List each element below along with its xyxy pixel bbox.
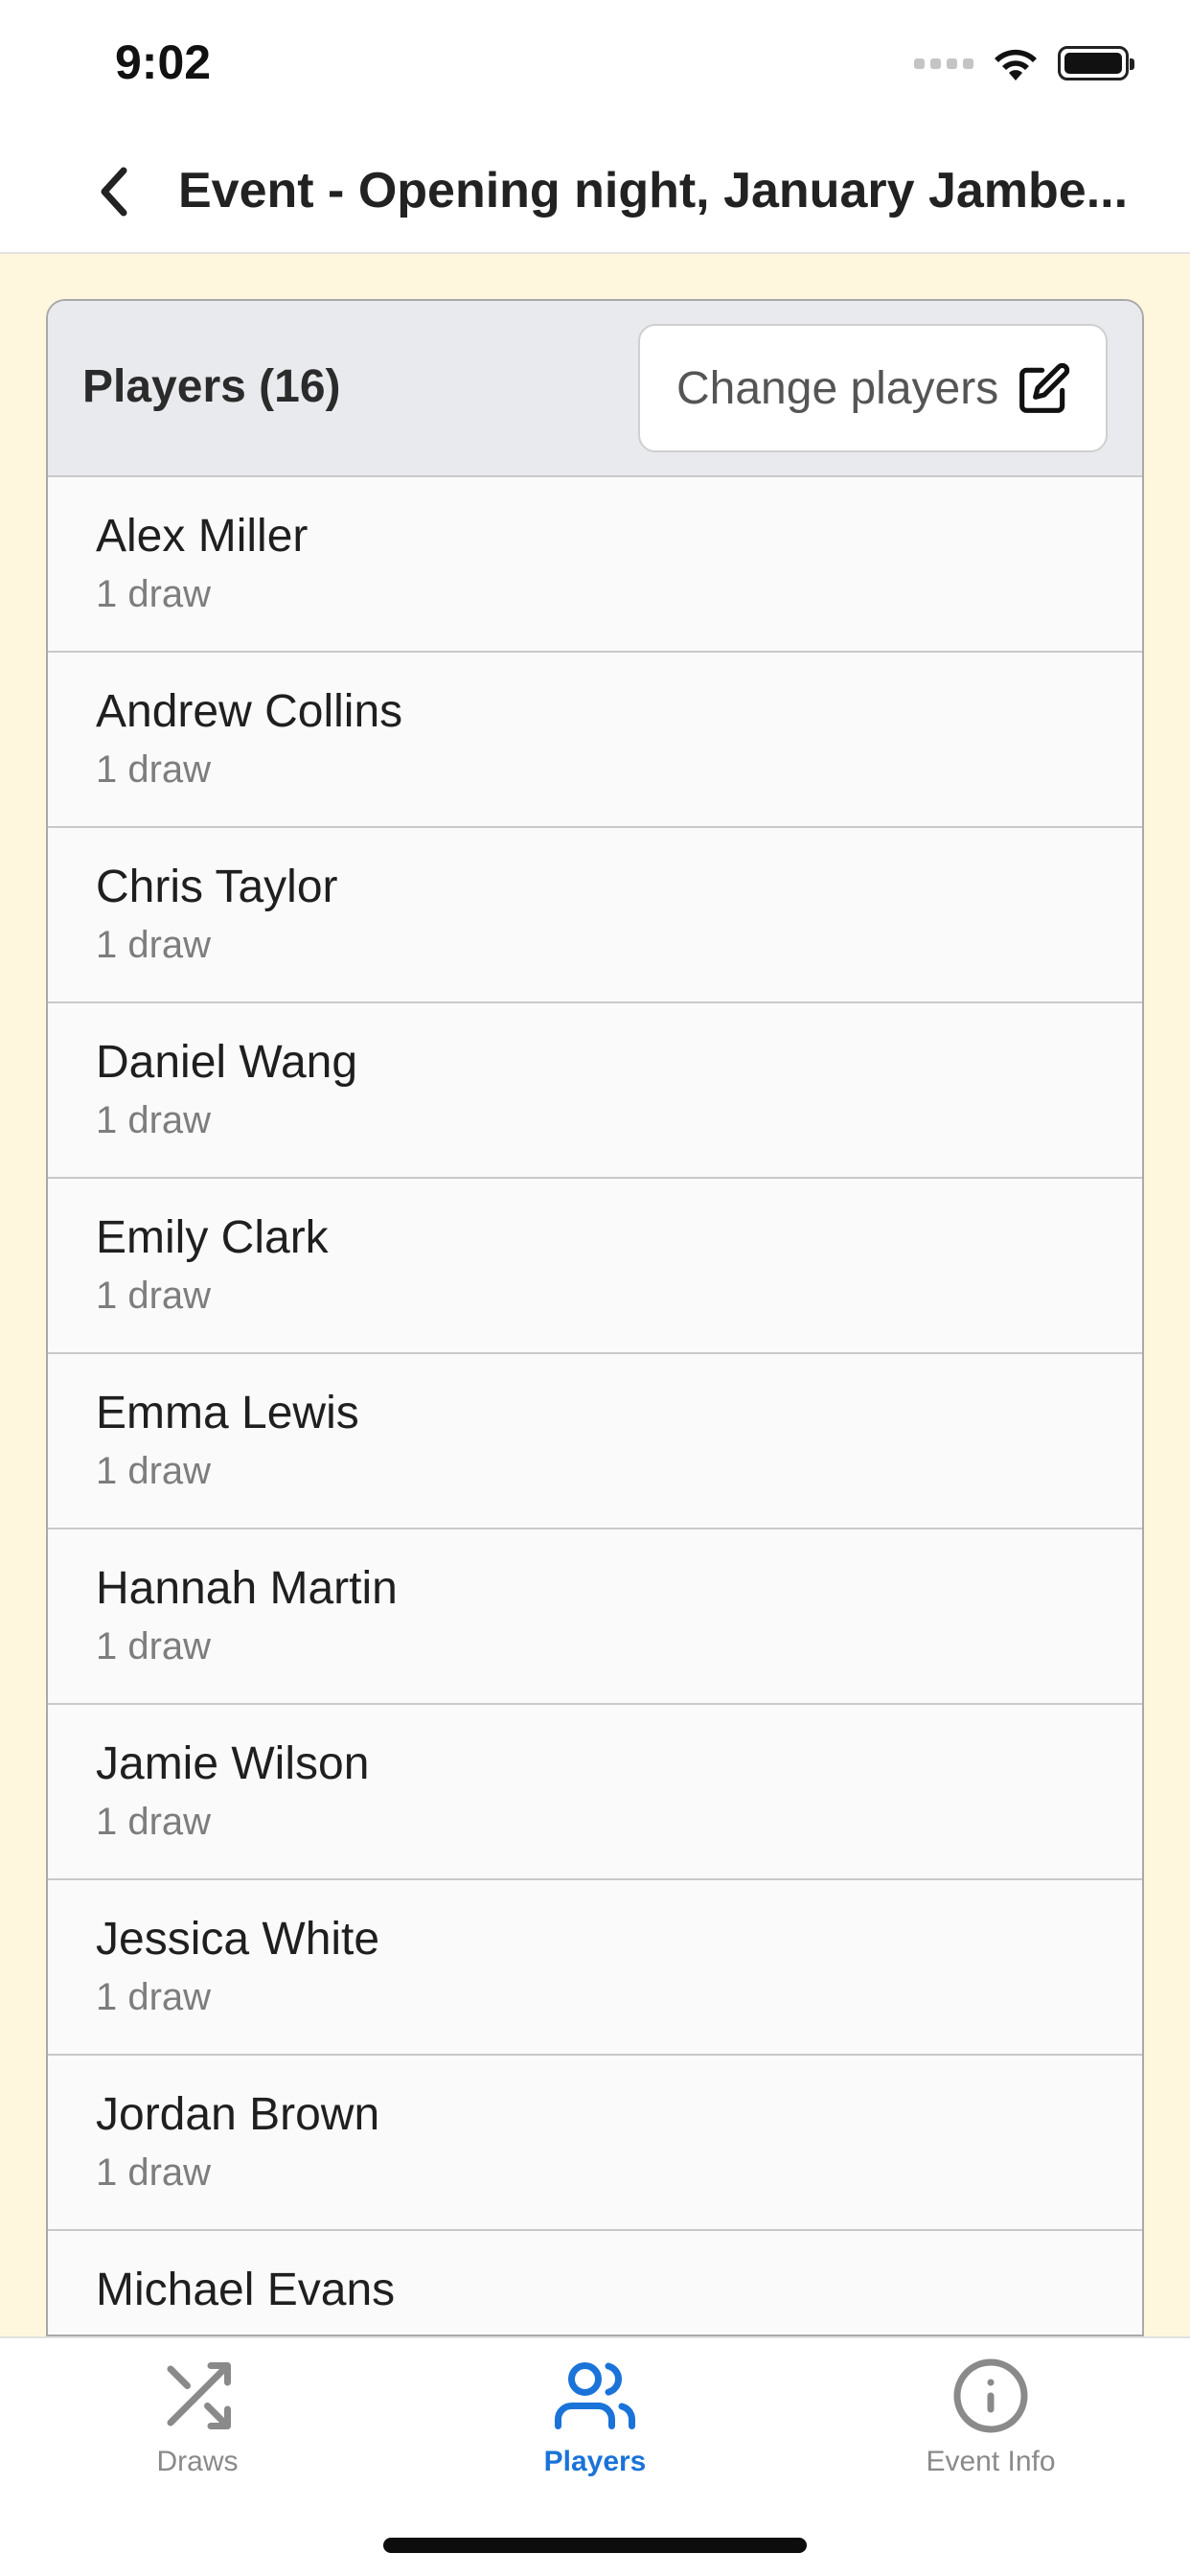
player-row[interactable]: Emma Lewis 1 draw — [48, 1354, 1142, 1530]
shuffle-icon — [167, 2362, 231, 2429]
player-draws: 1 draw — [96, 1275, 212, 1317]
players-list: Alex Miller 1 draw Andrew Collins 1 draw… — [48, 477, 1142, 2334]
wifi-icon — [995, 49, 1037, 80]
player-draws: 1 draw — [96, 1099, 212, 1141]
cellular-signal-icon — [914, 58, 973, 69]
navigation-bar: Event - Opening night, January Jambe... — [0, 129, 1190, 254]
player-draws: 1 draw — [96, 1450, 212, 1492]
player-draws: 1 draw — [96, 1625, 212, 1668]
info-icon — [953, 2358, 1028, 2433]
tab-draws[interactable]: Draws — [54, 2356, 341, 2509]
change-players-button[interactable]: Change players — [638, 324, 1108, 452]
tab-players[interactable]: Players — [451, 2356, 739, 2509]
player-draws: 1 draw — [96, 1976, 212, 2018]
page-title: Event - Opening night, January Jambe... — [178, 163, 1129, 218]
players-card-header: Players (16) Change players — [48, 301, 1142, 477]
player-row[interactable]: Emily Clark 1 draw — [48, 1179, 1142, 1354]
player-draws: 1 draw — [96, 573, 212, 615]
tab-label: Players — [543, 2446, 647, 2477]
player-name: Jordan Brown — [96, 2089, 380, 2140]
player-name: Alex Miller — [96, 511, 309, 562]
players-card: Players (16) Change players Alex Miller … — [46, 299, 1144, 2336]
player-name: Jessica White — [96, 1914, 380, 1965]
chevron-left-icon — [101, 167, 127, 217]
player-row[interactable]: Andrew Collins 1 draw — [48, 653, 1142, 828]
tab-label: Draws — [156, 2446, 239, 2477]
player-row[interactable]: Alex Miller 1 draw — [48, 477, 1142, 653]
player-name: Jamie Wilson — [96, 1738, 370, 1789]
player-row[interactable]: Hannah Martin 1 draw — [48, 1530, 1142, 1705]
player-draws: 1 draw — [96, 924, 212, 966]
player-row[interactable]: Daniel Wang 1 draw — [48, 1003, 1142, 1179]
status-time: 9:02 — [115, 35, 212, 89]
users-icon — [555, 2362, 635, 2429]
player-row[interactable]: Jessica White 1 draw — [48, 1880, 1142, 2056]
player-name: Andrew Collins — [96, 686, 403, 737]
player-draws: 1 draw — [96, 748, 212, 791]
player-name: Emma Lewis — [96, 1388, 359, 1438]
player-row[interactable]: Chris Taylor 1 draw — [48, 828, 1142, 1003]
player-name: Hannah Martin — [96, 1563, 398, 1614]
player-name: Chris Taylor — [96, 862, 338, 912]
back-button[interactable] — [80, 158, 148, 225]
change-players-label: Change players — [676, 362, 999, 414]
player-row[interactable]: Michael Evans — [48, 2231, 1142, 2334]
battery-icon — [1058, 46, 1134, 80]
status-icons — [914, 44, 1134, 82]
player-name: Michael Evans — [96, 2265, 396, 2315]
status-bar: 9:02 — [0, 0, 1190, 129]
player-draws: 1 draw — [96, 1801, 212, 1843]
player-draws: 1 draw — [96, 2151, 212, 2194]
player-name: Daniel Wang — [96, 1037, 358, 1088]
tab-label: Event Info — [926, 2446, 1056, 2477]
edit-icon — [1019, 362, 1070, 413]
player-row[interactable]: Jamie Wilson 1 draw — [48, 1705, 1142, 1880]
player-row[interactable]: Jordan Brown 1 draw — [48, 2056, 1142, 2231]
player-name: Emily Clark — [96, 1212, 329, 1263]
tab-event-info[interactable]: Event Info — [847, 2356, 1134, 2509]
players-count-title: Players (16) — [82, 361, 341, 412]
home-indicator[interactable] — [383, 2538, 807, 2553]
